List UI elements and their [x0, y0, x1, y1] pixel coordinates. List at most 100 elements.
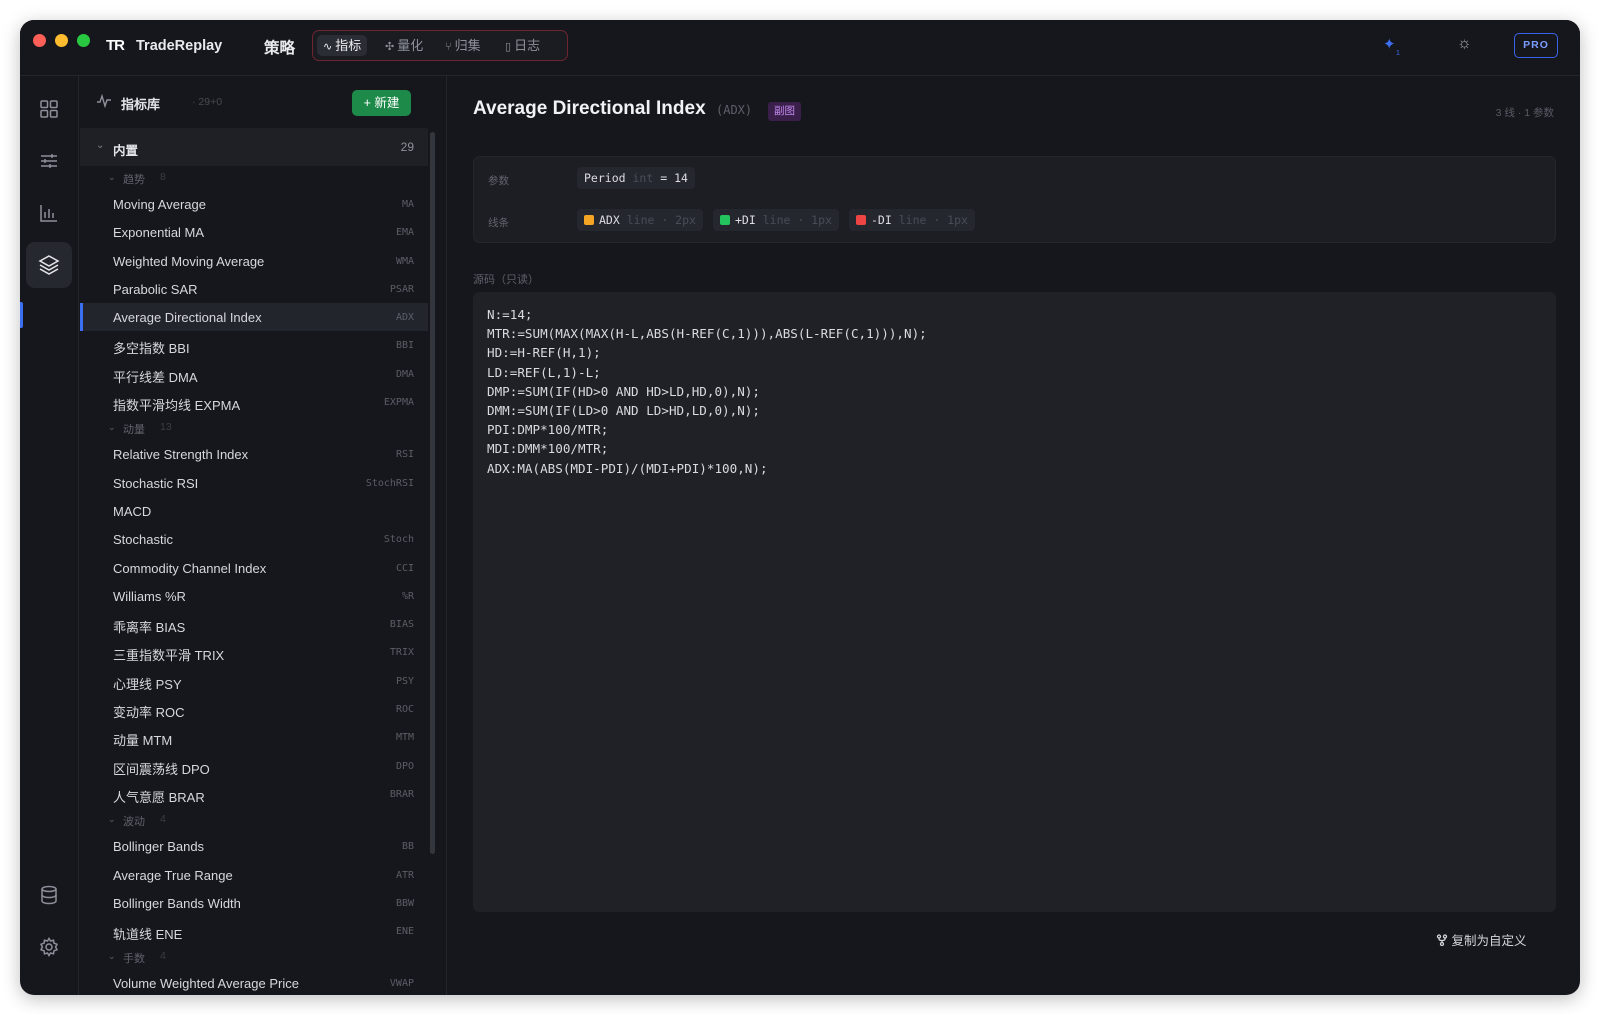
- indicator-abbr: DMA: [395, 368, 414, 380]
- sidebar-scrollbar[interactable]: [430, 132, 435, 854]
- indicator-list-item[interactable]: Weighted Moving Average WMA: [80, 247, 428, 275]
- indicator-list-item[interactable]: Parabolic SAR PSAR: [80, 275, 428, 303]
- indicator-abbr: ROC: [395, 704, 414, 716]
- indicator-name: Moving Average: [113, 197, 206, 212]
- indicator-list-item[interactable]: 乖离率 BIAS BIAS: [80, 610, 428, 638]
- indicator-name: Relative Strength Index: [113, 447, 249, 463]
- indicator-name: Bollinger Bands: [113, 839, 205, 855]
- new-button-label: 新建: [374, 96, 400, 110]
- indicator-list-item[interactable]: 变动率 ROC ROC: [80, 695, 428, 723]
- color-swatch: [856, 215, 866, 225]
- chart-icon[interactable]: [26, 190, 72, 236]
- settings-gear-icon[interactable]: [26, 924, 72, 970]
- indicator-name: Average Directional Index: [113, 310, 262, 326]
- icon-rail: [20, 76, 79, 995]
- indicator-abbr: ADX: [395, 312, 414, 324]
- category-header[interactable]: ⌄ 手数 4: [80, 945, 428, 969]
- category-header[interactable]: ⌄ 动量 13: [80, 416, 428, 440]
- source-code-block[interactable]: N:=14; MTR:=SUM(MAX(MAX(H-L,ABS(H-REF(C,1…: [473, 292, 1556, 912]
- rail-active-indicator: [20, 302, 23, 328]
- category-count: 4: [160, 950, 166, 963]
- indicator-list-item[interactable]: Bollinger Bands Width BBW: [80, 889, 428, 917]
- sidebar-title: 指标库: [121, 97, 161, 112]
- close-window-button[interactable]: [33, 34, 46, 47]
- database-icon[interactable]: [26, 872, 72, 918]
- indicator-name: Volume Weighted Average Price: [113, 976, 299, 992]
- indicator-list-item[interactable]: Williams %R %R: [80, 582, 428, 610]
- indicator-list-item[interactable]: 人气意愿 BRAR BRAR: [80, 780, 428, 808]
- indicator-name: Stochastic: [113, 532, 173, 548]
- indicator-list-item[interactable]: 指数平滑均线 EXPMA EXPMA: [80, 388, 428, 416]
- indicator-abbr: ATR: [395, 869, 414, 881]
- category-label: 手数: [123, 953, 145, 966]
- indicator-list-item[interactable]: 心理线 PSY PSY: [80, 667, 428, 695]
- sliders-icon[interactable]: [26, 138, 72, 184]
- indicator-list: ⌄ 内置 29 ⌄ 趋势 8 Moving Average MA Exponential …: [80, 128, 428, 995]
- code-line: MDI:DMM*100/MTR;: [487, 441, 609, 457]
- category-label: 波动: [123, 816, 145, 829]
- indicator-list-item[interactable]: Bollinger Bands BB: [80, 832, 428, 860]
- indicator-list-item[interactable]: Stochastic Stoch: [80, 525, 428, 553]
- indicator-abbr: %R: [401, 590, 414, 602]
- indicator-abbr: (ADX): [716, 103, 753, 117]
- indicator-abbr: DPO: [395, 760, 414, 772]
- indicator-list-item[interactable]: 轨道线 ENE ENE: [80, 917, 428, 945]
- indicator-list-item[interactable]: 多空指数 BBI BBI: [80, 331, 428, 359]
- pro-badge[interactable]: PRO: [1514, 33, 1558, 58]
- copy-as-custom-button[interactable]: 复制为自定义: [1436, 930, 1527, 949]
- tab-quant[interactable]: ✣ 量化: [379, 35, 429, 56]
- indicator-list-item[interactable]: MACD: [80, 497, 428, 525]
- category-header[interactable]: ⌄ 波动 4: [80, 808, 428, 832]
- indicator-name: 变动率 ROC: [113, 705, 185, 721]
- sparkle-icon: ✣: [385, 41, 395, 53]
- new-indicator-button[interactable]: + 新建: [352, 90, 411, 116]
- tab-label: 量化: [397, 38, 424, 53]
- indicator-list-item[interactable]: Commodity Channel Index CCI: [80, 554, 428, 582]
- indicator-abbr: EXPMA: [383, 397, 414, 409]
- indicator-list-item[interactable]: Average Directional Index ADX: [80, 303, 428, 332]
- theme-toggle-icon[interactable]: ☼: [1457, 35, 1472, 53]
- indicator-name: 人气意愿 BRAR: [113, 789, 205, 805]
- minimize-window-button[interactable]: [55, 34, 68, 47]
- strategy-menu[interactable]: 策略: [264, 36, 295, 58]
- line-chip-adx[interactable]: ADX line · 2px: [577, 209, 703, 231]
- indicator-abbr: BIAS: [389, 619, 414, 631]
- indicator-list-item[interactable]: Stochastic RSI StochRSI: [80, 469, 428, 497]
- indicator-list-item[interactable]: 区间震荡线 DPO DPO: [80, 752, 428, 780]
- code-line: ADX:MA(ABS(MDI-PDI)/(MDI+PDI)*100,N);: [487, 460, 768, 476]
- category-header[interactable]: ⌄ 趋势 8: [80, 166, 428, 190]
- indicator-list-item[interactable]: Volume Weighted Average Price VWAP: [80, 969, 428, 995]
- category-label: 趋势: [123, 174, 145, 186]
- indicator-abbr: StochRSI: [365, 477, 414, 489]
- indicator-name: Bollinger Bands Width: [113, 895, 241, 911]
- indicator-list-item[interactable]: Moving Average MA: [80, 190, 428, 218]
- dashboard-icon[interactable]: [26, 86, 72, 132]
- branch-icon: ⑂: [445, 41, 452, 53]
- builtin-group-header[interactable]: ⌄ 内置 29: [80, 128, 428, 166]
- layers-icon[interactable]: [26, 242, 72, 288]
- ai-assistant-icon[interactable]: ✦: [1383, 35, 1396, 53]
- tab-indicators[interactable]: ∿ 指标: [317, 35, 368, 56]
- indicator-list-item[interactable]: Average True Range ATR: [80, 861, 428, 889]
- indicator-list-item[interactable]: Exponential MA EMA: [80, 218, 428, 246]
- chevron-down-icon: ⌄: [108, 422, 116, 433]
- line-chip-pdi[interactable]: +DI line · 1px: [713, 209, 839, 231]
- indicator-name: MACD: [113, 503, 152, 519]
- line-style: line · 1px: [898, 213, 968, 227]
- indicator-abbr: CCI: [395, 562, 414, 574]
- indicator-list-item[interactable]: Relative Strength Index RSI: [80, 440, 428, 468]
- tab-collect[interactable]: ⑂ 归集: [439, 35, 487, 56]
- chevron-down-icon: ⌄: [96, 140, 105, 151]
- category-count: 4: [160, 813, 166, 826]
- indicator-list-item[interactable]: 动量 MTM MTM: [80, 723, 428, 751]
- line-style: line · 1px: [762, 213, 832, 227]
- code-line: HD:=H-REF(H,1);: [487, 345, 601, 361]
- indicator-abbr: EMA: [395, 227, 414, 239]
- maximize-window-button[interactable]: [77, 34, 90, 47]
- tab-log[interactable]: ▯ 日志: [499, 35, 546, 56]
- indicator-list-item[interactable]: 三重指数平滑 TRIX TRIX: [80, 638, 428, 666]
- param-chip-period[interactable]: Period int = 14: [577, 167, 695, 189]
- indicator-name: 多空指数 BBI: [113, 341, 190, 357]
- indicator-list-item[interactable]: 平行线差 DMA DMA: [80, 360, 428, 388]
- line-chip-mdi[interactable]: -DI line · 1px: [849, 209, 975, 231]
